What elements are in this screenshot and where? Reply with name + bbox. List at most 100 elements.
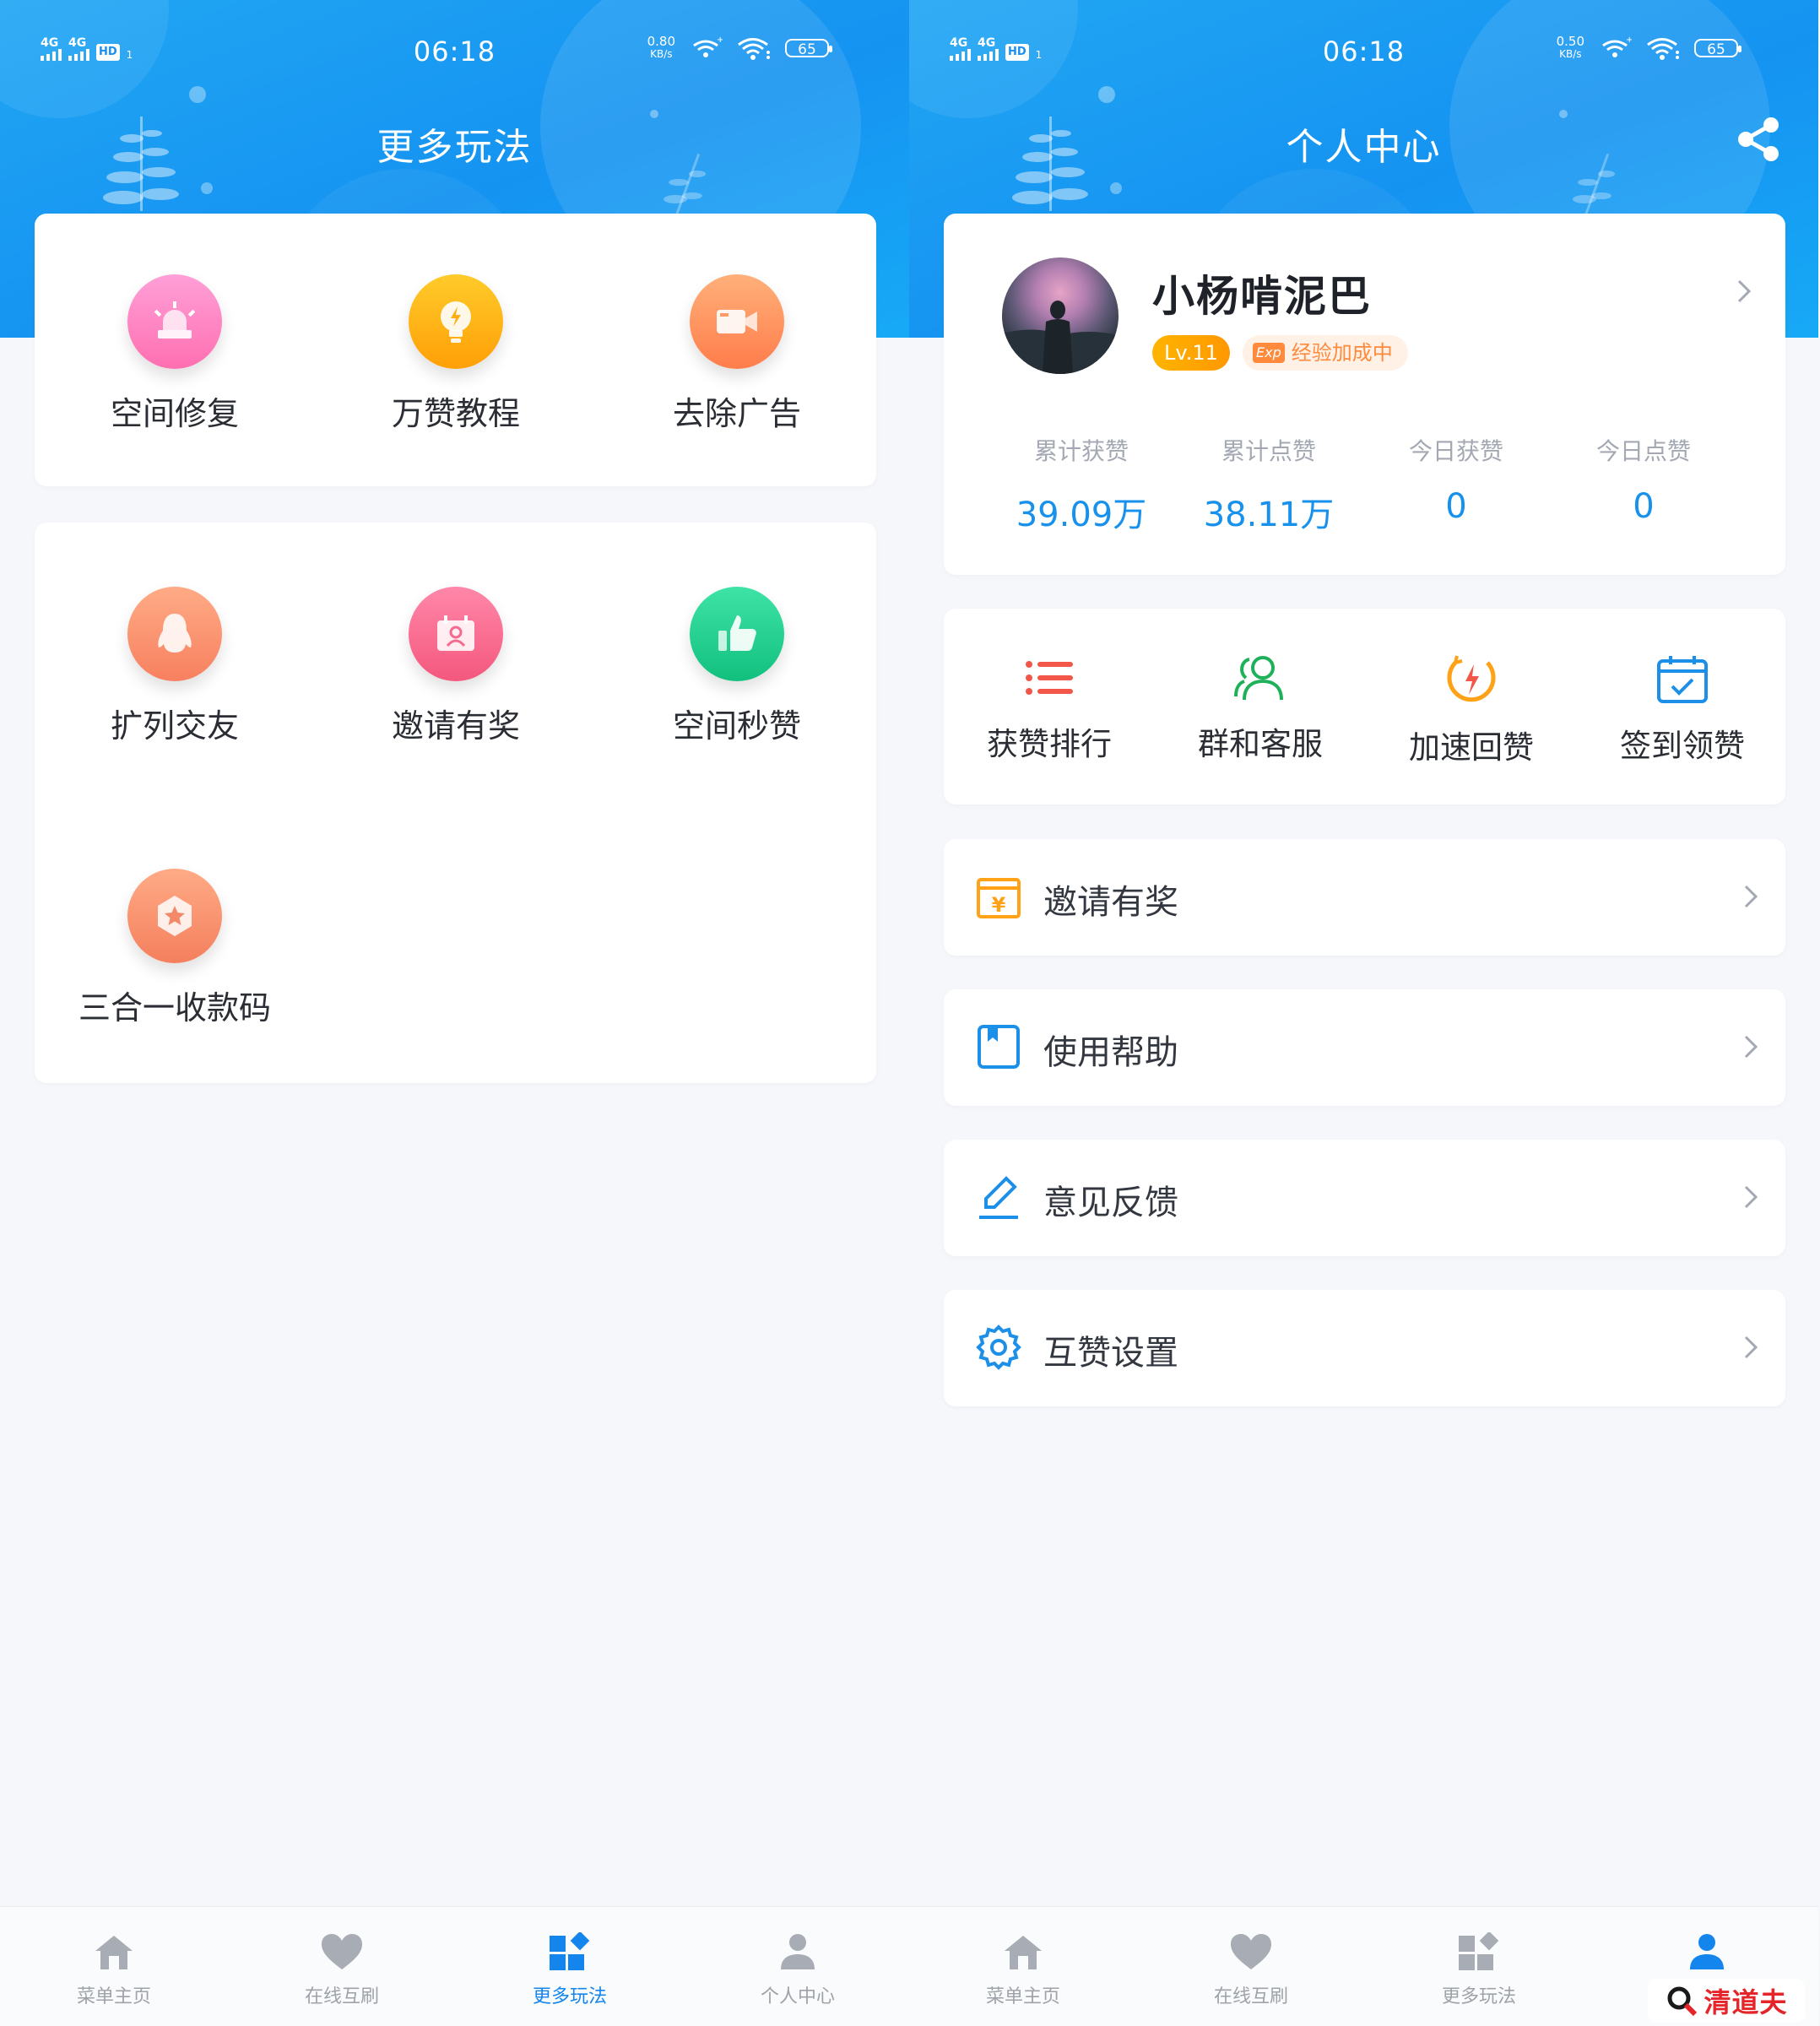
feature-item-payment-code[interactable]: 三合一收款码 — [35, 869, 314, 1028]
action-speed-return[interactable]: 加速回赞 — [1366, 653, 1577, 767]
stat-today-received: 今日获赞 0 — [1362, 433, 1550, 526]
chevron-right-icon — [1744, 1335, 1758, 1359]
stat-label: 今日获赞 — [1408, 437, 1503, 465]
speed-unit: KB/s — [1559, 48, 1582, 60]
feature-label: 去除广告 — [672, 395, 801, 432]
tab-more-features[interactable]: 更多玩法 — [456, 1907, 684, 2026]
feature-card-primary: 空间修复 万赞教程 去除广告 — [35, 214, 876, 486]
tab-label: 在线互刷 — [1213, 1986, 1288, 2007]
menu-row-label: 互赞设置 — [1043, 1334, 1178, 1373]
network-speed: 0.50 KB/s — [1557, 35, 1584, 61]
stat-value: 38.11万 — [1203, 496, 1335, 534]
avatar[interactable] — [1002, 257, 1119, 374]
speed-value: 0.50 — [1556, 34, 1584, 49]
menu-row-label: 邀请有奖 — [1043, 883, 1178, 922]
menu-row-feedback[interactable]: 意见反馈 — [944, 1140, 1785, 1256]
more-features-screen: 4G 4G HD 1 06:18 0.80 KB/s + 65 更多玩法 空间修… — [0, 0, 909, 2026]
tab-online-swap[interactable]: 在线互刷 — [1137, 1907, 1365, 2026]
stat-total-given: 累计点赞 38.11万 — [1175, 433, 1362, 536]
feature-label: 扩列交友 — [110, 707, 239, 745]
tab-label: 在线互刷 — [304, 1986, 379, 2007]
feature-item-instant-like[interactable]: 空间秒赞 — [598, 587, 876, 746]
chevron-right-icon — [1744, 1035, 1758, 1059]
feature-label: 万赞教程 — [391, 395, 520, 432]
action-group-support[interactable]: 群和客服 — [1155, 653, 1366, 764]
feature-item-invite-reward[interactable]: 邀请有奖 — [317, 587, 595, 746]
thumbs-up-icon — [690, 587, 784, 681]
chevron-right-icon — [1744, 885, 1758, 908]
status-bar: 4G 4G HD 1 06:18 0.80 KB/s + 65 — [0, 32, 909, 74]
svg-text:¥: ¥ — [992, 893, 1006, 917]
menu-row-usage-help[interactable]: 使用帮助 — [944, 989, 1785, 1106]
username: 小杨啃泥巴 — [1152, 272, 1372, 321]
action-label: 加速回赞 — [1409, 729, 1534, 766]
yuan-gift-icon: ¥ — [977, 878, 1021, 918]
apps-icon — [550, 1932, 590, 1970]
menu-row-label: 意见反馈 — [1043, 1184, 1178, 1222]
profile-card[interactable]: 小杨啃泥巴 Lv.11 Exp 经验加成中 累计获赞 39.09万 累计点赞 3… — [944, 214, 1785, 575]
feature-label: 空间秒赞 — [672, 707, 801, 745]
action-label: 群和客服 — [1198, 726, 1323, 762]
feature-item-make-friends[interactable]: 扩列交友 — [35, 587, 314, 746]
tab-label: 菜单主页 — [76, 1986, 151, 2007]
ranking-list-icon — [1026, 661, 1073, 695]
exp-boost-badge: Exp 经验加成中 — [1243, 335, 1408, 371]
invite-card-icon — [409, 587, 503, 681]
tab-more-features[interactable]: 更多玩法 — [1365, 1907, 1593, 2026]
speed-unit: KB/s — [650, 48, 673, 60]
stat-total-received: 累计获赞 39.09万 — [988, 433, 1175, 536]
status-bar: 4G 4G HD 1 06:18 0.50 KB/s + 65 — [909, 32, 1818, 74]
stat-label: 累计获赞 — [1033, 437, 1129, 465]
level-badge: Lv.11 — [1152, 335, 1230, 371]
person-icon — [1690, 1934, 1724, 1969]
qq-penguin-icon — [127, 587, 222, 681]
avatar-photo — [1002, 301, 1119, 374]
bookmark-icon — [978, 1025, 1020, 1069]
stat-label: 今日点赞 — [1595, 437, 1691, 465]
wifi-hotspot-icon: + — [693, 35, 723, 57]
svg-text:+: + — [1626, 35, 1632, 45]
magnifier-logo-icon — [1667, 1986, 1698, 2017]
apps-icon — [1459, 1932, 1499, 1970]
video-camera-icon — [690, 274, 784, 369]
chevron-right-icon — [1744, 1185, 1758, 1209]
feature-item-like-tutorial[interactable]: 万赞教程 — [317, 274, 595, 434]
network-speed: 0.80 KB/s — [647, 35, 675, 61]
bottom-tab-bar: 菜单主页 在线互刷 更多玩法 个人中心 — [0, 1906, 909, 2026]
watermark-text: 清道夫 — [1704, 1986, 1788, 2018]
chevron-right-icon — [1737, 279, 1752, 303]
person-icon — [781, 1934, 815, 1969]
tab-online-swap[interactable]: 在线互刷 — [228, 1907, 456, 2026]
tab-label: 更多玩法 — [1441, 1986, 1516, 2007]
tab-menu-home[interactable]: 菜单主页 — [0, 1907, 228, 2026]
speed-value: 0.80 — [647, 34, 675, 49]
tab-personal-center[interactable]: 个人中心 — [684, 1907, 909, 2026]
menu-row-invite-reward[interactable]: ¥ 邀请有奖 — [944, 839, 1785, 956]
tab-menu-home[interactable]: 菜单主页 — [909, 1907, 1137, 2026]
action-label: 获赞排行 — [987, 726, 1112, 762]
stat-today-given: 今日点赞 0 — [1550, 433, 1737, 526]
action-label: 签到领赞 — [1620, 728, 1745, 764]
calendar-check-icon — [1657, 656, 1708, 703]
tab-label: 菜单主页 — [985, 1986, 1060, 2007]
lightbulb-icon — [409, 274, 503, 369]
stat-value: 0 — [1445, 487, 1467, 526]
stat-value: 0 — [1633, 487, 1655, 526]
wifi-hotspot-icon: + — [1602, 35, 1632, 57]
feature-item-remove-ads[interactable]: 去除广告 — [598, 274, 876, 434]
feature-item-space-repair[interactable]: 空间修复 — [35, 274, 314, 434]
stat-label: 累计点赞 — [1221, 437, 1316, 465]
share-icon[interactable] — [1736, 115, 1783, 164]
feature-label: 空间修复 — [110, 395, 239, 432]
action-like-ranking[interactable]: 获赞排行 — [944, 653, 1155, 764]
battery-icon: 65 — [785, 39, 832, 58]
menu-row-like-settings[interactable]: 互赞设置 — [944, 1290, 1785, 1406]
wifi-icon — [738, 38, 770, 60]
star-badge-icon — [127, 869, 222, 963]
watermark-logo: 清道夫 — [1648, 1979, 1805, 2023]
exp-icon: Exp — [1253, 343, 1285, 363]
wifi-icon — [1647, 38, 1679, 60]
svg-text:+: + — [717, 35, 723, 45]
quick-actions-card: 获赞排行 群和客服 加速回赞 签到领赞 — [944, 609, 1785, 804]
action-checkin-reward[interactable]: 签到领赞 — [1577, 653, 1788, 766]
